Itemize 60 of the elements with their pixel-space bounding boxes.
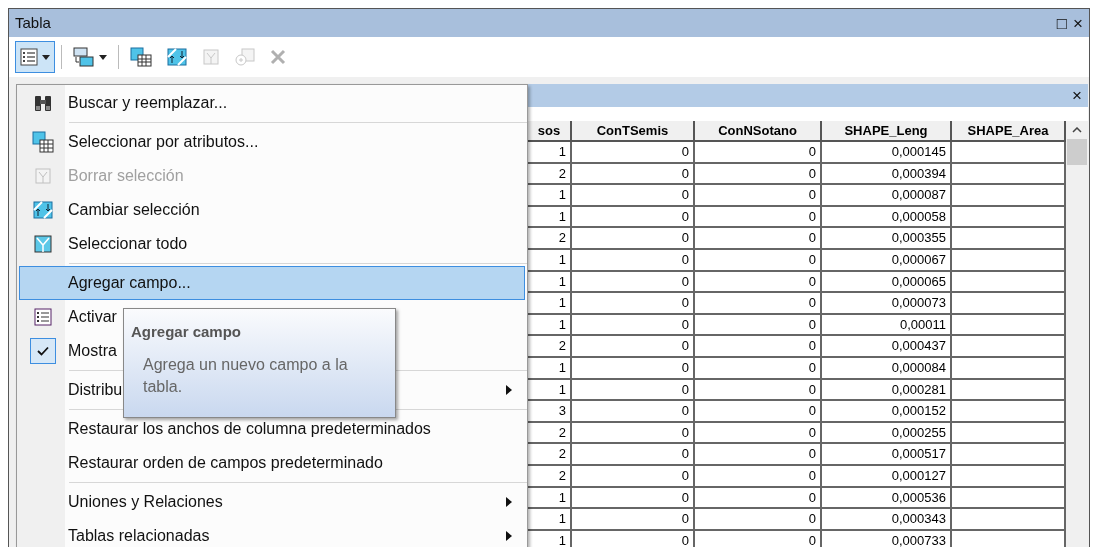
table-cell: 0,000058 xyxy=(822,206,952,229)
window-title: Tabla xyxy=(15,12,51,33)
table-cell: 0,000087 xyxy=(822,185,952,207)
table-cell: 0,000437 xyxy=(822,336,952,358)
table-cell: 0,000517 xyxy=(822,444,952,466)
table-cell: 0 xyxy=(695,509,822,531)
table-cell: 0 xyxy=(572,487,695,510)
table-cell: 0 xyxy=(695,293,822,315)
tooltip-text: Agrega un nuevo campo a la tabla. xyxy=(143,354,349,397)
table-cell: 0 xyxy=(695,314,822,337)
table-cell: 0 xyxy=(695,487,822,510)
table-cell: 0 xyxy=(572,228,695,250)
table-cell: 0 xyxy=(572,509,695,531)
table-cell: 0 xyxy=(695,336,822,358)
table-cell: 0,000343 xyxy=(822,509,952,531)
table-cell: 0 xyxy=(572,357,695,380)
table-cell: 0,000152 xyxy=(822,401,952,423)
table-cell: 0 xyxy=(572,163,695,186)
table-cell: 0,000733 xyxy=(822,530,952,547)
table-cell: 0,000255 xyxy=(822,422,952,445)
table-cell: 0 xyxy=(572,422,695,445)
table-cell: 0 xyxy=(572,185,695,207)
table-cell: 0 xyxy=(695,379,822,402)
table-cell: 0,000281 xyxy=(822,379,952,402)
table-cell: 0 xyxy=(572,530,695,547)
table-cell: 0 xyxy=(695,401,822,423)
table-cell: 0 xyxy=(695,185,822,207)
table-cell: 0,000084 xyxy=(822,357,952,380)
table-cell: 0 xyxy=(695,271,822,294)
table-cell: 0 xyxy=(572,401,695,423)
table-cell: 0 xyxy=(572,206,695,229)
table-cell: 0,000536 xyxy=(822,487,952,510)
table-cell: 0 xyxy=(695,422,822,445)
table-cell: 0 xyxy=(572,314,695,337)
table-cell: 0 xyxy=(695,465,822,488)
table-cell: 0,00011 xyxy=(822,314,952,337)
table-cell: 0,000127 xyxy=(822,465,952,488)
table-cell: 0,000355 xyxy=(822,228,952,250)
table-cell: 0 xyxy=(695,357,822,380)
table-cell: 0,000065 xyxy=(822,271,952,294)
table-cell: 0 xyxy=(695,249,822,272)
table-cell: 0 xyxy=(695,444,822,466)
table-cell: 0,000067 xyxy=(822,249,952,272)
table-cell: 0 xyxy=(695,163,822,186)
tooltip-title: Agregar campo xyxy=(131,322,243,342)
table-cell: 0,000073 xyxy=(822,293,952,315)
table-cell: 0 xyxy=(572,465,695,488)
table-cell: 0 xyxy=(695,530,822,547)
table-cell: 0 xyxy=(572,142,695,164)
table-cell: 0 xyxy=(695,228,822,250)
table-cell: 0,000145 xyxy=(822,142,952,164)
table-cell: 0 xyxy=(572,271,695,294)
table-cell: 0 xyxy=(572,249,695,272)
table-cell: 0 xyxy=(572,444,695,466)
table-cell: 0 xyxy=(572,379,695,402)
table-cell: 0 xyxy=(572,336,695,358)
table-cell: 0 xyxy=(695,206,822,229)
table-cell: 0 xyxy=(572,293,695,315)
table-cell: 0 xyxy=(695,142,822,164)
table-cell: 0,000394 xyxy=(822,163,952,186)
